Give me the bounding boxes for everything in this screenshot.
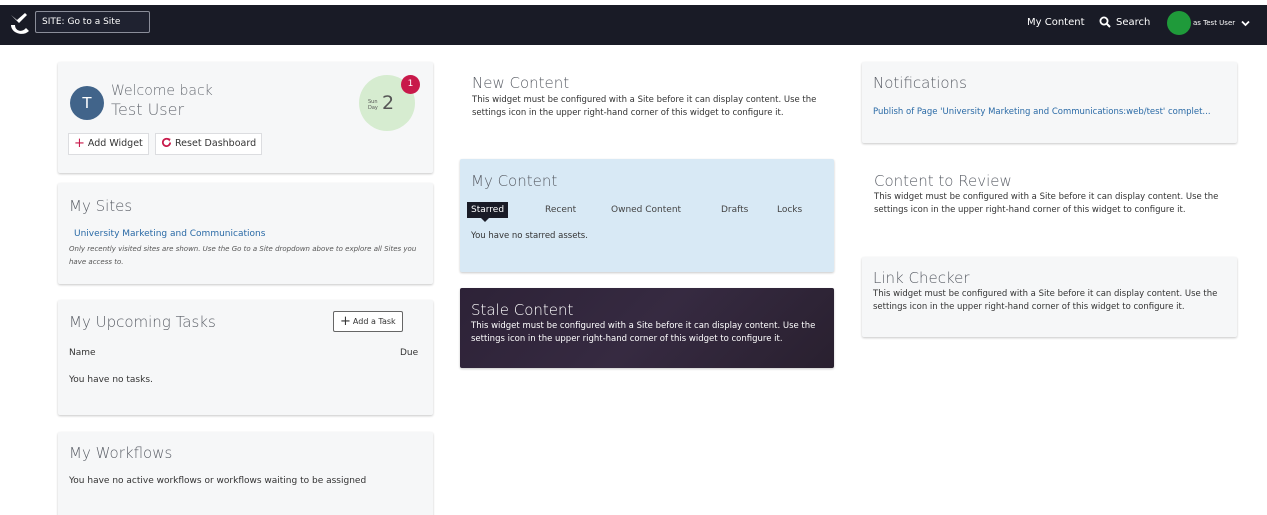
stale-content-title: Stale Content xyxy=(471,301,574,319)
avatar: T xyxy=(70,86,104,120)
workflows-empty-message: You have no active workflows or workflow… xyxy=(69,476,367,486)
site-link[interactable]: University Marketing and Communications xyxy=(74,229,265,239)
search-label: Search xyxy=(1116,17,1151,28)
user-menu[interactable]: as Test User xyxy=(1167,5,1250,45)
content-to-review-title: Content to Review xyxy=(874,172,1012,190)
stale-content-widget: Stale Content This widget must be config… xyxy=(460,288,834,368)
search-icon xyxy=(1099,16,1111,28)
link-checker-widget: Link Checker This widget must be configu… xyxy=(862,257,1237,337)
plus-icon: + xyxy=(340,314,351,329)
tasks-title: My Upcoming Tasks xyxy=(69,313,216,331)
add-widget-label: Add Widget xyxy=(87,138,143,149)
my-content-empty-message: You have no starred assets. xyxy=(471,231,588,241)
notifications-title: Notifications xyxy=(873,74,967,92)
site-selector-placeholder: Go to a Site xyxy=(67,17,121,27)
my-sites-title: My Sites xyxy=(69,197,133,215)
reset-dashboard-label: Reset Dashboard xyxy=(175,138,257,149)
content-to-review-widget: Content to Review This widget must be co… xyxy=(874,172,1234,217)
add-task-label: Add a Task xyxy=(352,317,396,326)
new-content-widget: New Content This widget must be configur… xyxy=(472,74,832,120)
user-menu-label: as Test User xyxy=(1193,19,1236,27)
content-to-review-message: This widget must be configured with a Si… xyxy=(874,192,1219,215)
app-logo-icon[interactable] xyxy=(7,11,31,39)
tab-locks[interactable]: Locks xyxy=(773,202,806,218)
notification-badge[interactable]: 1 xyxy=(401,75,420,94)
my-content-widget: My Content Starred Recent Owned Content … xyxy=(460,159,834,272)
tab-starred[interactable]: Starred xyxy=(467,202,509,222)
tab-owned-content[interactable]: Owned Content xyxy=(607,202,685,218)
tab-recent[interactable]: Recent xyxy=(541,202,580,218)
welcome-user-name: Test User xyxy=(111,100,185,119)
add-widget-button[interactable]: + Add Widget xyxy=(68,133,149,155)
tab-drafts[interactable]: Drafts xyxy=(717,202,752,218)
reset-dashboard-button[interactable]: Reset Dashboard xyxy=(155,133,263,155)
link-checker-title: Link Checker xyxy=(873,269,970,287)
new-content-title: New Content xyxy=(472,74,570,92)
workflows-title: My Workflows xyxy=(69,444,173,462)
refresh-icon xyxy=(162,137,172,147)
welcome-widget: T Welcome back Test User Sun Day 2 1 + Add… xyxy=(58,62,433,173)
notification-item[interactable]: Publish of Page 'University Marketing an… xyxy=(873,107,1211,117)
add-task-button[interactable]: + Add a Task xyxy=(333,311,403,332)
my-content-tabs: Starred Recent Owned Content Drafts Lock… xyxy=(467,202,827,222)
welcome-greeting: Welcome back xyxy=(111,83,213,99)
site-selector-label: SITE: xyxy=(42,17,65,27)
chevron-down-icon xyxy=(1241,20,1250,26)
day-number: 2 xyxy=(382,92,395,114)
sites-note: Only recently visited sites are shown. U… xyxy=(69,245,417,266)
notifications-widget: Notifications Publish of Page 'Universit… xyxy=(862,62,1237,143)
user-avatar xyxy=(1167,11,1191,35)
stale-content-message: This widget must be configured with a Si… xyxy=(471,321,816,344)
top-search-button[interactable]: Search xyxy=(1099,5,1150,45)
day-name: Sun Day xyxy=(368,99,378,111)
column-header-due: Due xyxy=(400,348,419,358)
my-sites-widget: My Sites University Marketing and Commun… xyxy=(58,183,433,284)
top-my-content-link[interactable]: My Content xyxy=(1027,5,1085,45)
my-content-title: My Content xyxy=(471,172,558,190)
workflows-widget: My Workflows You have no active workflow… xyxy=(58,432,433,515)
new-content-message: This widget must be configured with a Si… xyxy=(472,95,817,118)
column-header-name: Name xyxy=(69,348,96,358)
tasks-empty-message: You have no tasks. xyxy=(69,375,153,385)
site-selector[interactable]: SITE: Go to a Site xyxy=(35,11,150,33)
plus-icon: + xyxy=(74,136,85,151)
top-navigation-bar: SITE: Go to a Site My Content Search as … xyxy=(0,5,1267,45)
upcoming-tasks-widget: My Upcoming Tasks + Add a Task Name Due Y… xyxy=(58,300,433,415)
link-checker-message: This widget must be configured with a Si… xyxy=(873,289,1218,312)
